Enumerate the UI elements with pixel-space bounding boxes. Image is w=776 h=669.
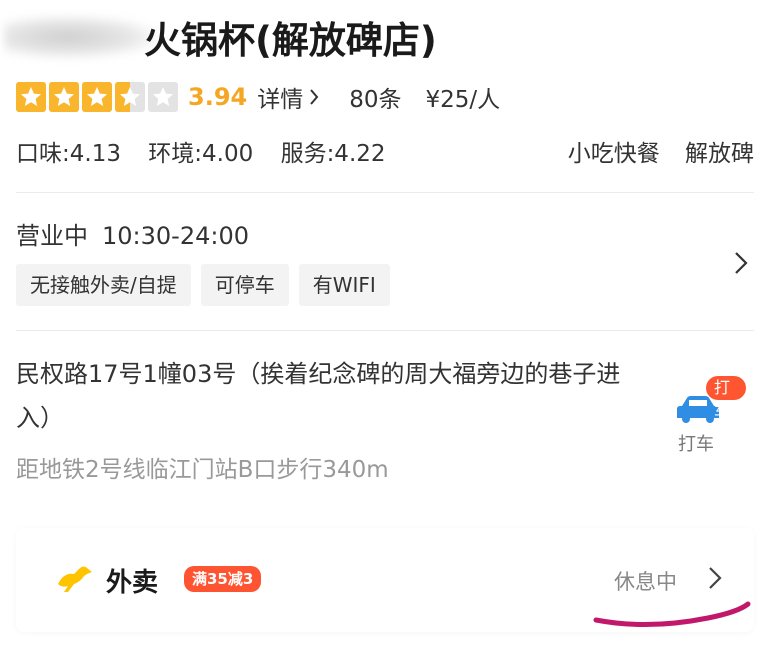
- category[interactable]: 小吃快餐: [568, 141, 660, 167]
- metro-distance: 距地铁2号线临江门站B口步行340m: [16, 457, 389, 483]
- star-icon: [16, 82, 46, 112]
- business-status: 营业中: [16, 222, 88, 250]
- price-per-person: ¥25/人: [425, 87, 501, 113]
- taxi-button[interactable]: 打车 打车: [676, 376, 746, 456]
- tag-parking: 可停车: [200, 264, 289, 306]
- environment-score: 环境:4.00: [148, 141, 254, 167]
- taxi-label: 打车: [678, 434, 714, 455]
- tag-contactless: 无接触外卖/自提: [16, 264, 191, 306]
- details-link[interactable]: 详情: [257, 80, 319, 114]
- chevron-right-icon[interactable]: [734, 251, 748, 275]
- delivery-status: 休息中: [614, 570, 677, 594]
- facility-tags: 无接触外卖/自提 可停车 有WIFI: [16, 264, 390, 306]
- rating-score: 3.94: [188, 83, 248, 111]
- promo-badge: 满35减3: [184, 566, 262, 592]
- divider: [16, 192, 754, 193]
- taste-score: 口味:4.13: [16, 141, 121, 167]
- business-hours[interactable]: 营业中 10:30-24:00: [16, 216, 249, 251]
- tag-wifi: 有WIFI: [298, 264, 390, 306]
- star-icon: [82, 82, 112, 112]
- chevron-right-icon: [709, 567, 722, 589]
- star-rating: [16, 82, 178, 112]
- shop-title: 火锅杯(解放碑店): [16, 10, 437, 64]
- taxi-badge: 打车: [706, 376, 746, 421]
- divider: [16, 330, 754, 331]
- service-score: 服务:4.22: [280, 141, 386, 167]
- delivery-label: 外卖: [106, 568, 159, 598]
- handwritten-underline: [593, 601, 751, 628]
- business-time: 10:30-24:00: [102, 222, 249, 250]
- review-count[interactable]: 80条: [349, 80, 401, 114]
- star-icon: [115, 82, 145, 112]
- details-label: 详情: [257, 87, 304, 113]
- star-icon: [148, 82, 178, 112]
- shop-title-text: 火锅杯(解放碑店): [144, 19, 437, 62]
- kangaroo-icon: [58, 566, 92, 592]
- address[interactable]: 民权路17号1幢03号（挨着纪念碑的周大福旁边的巷子进入）: [16, 352, 656, 440]
- star-icon: [49, 82, 79, 112]
- chevron-right-icon: [310, 89, 319, 105]
- scores-row: 口味:4.13 环境:4.00 服务:4.22 小吃快餐 解放碑: [16, 134, 754, 168]
- area[interactable]: 解放碑: [685, 141, 754, 167]
- rating-row: 3.94 详情 80条 ¥25/人: [16, 80, 500, 114]
